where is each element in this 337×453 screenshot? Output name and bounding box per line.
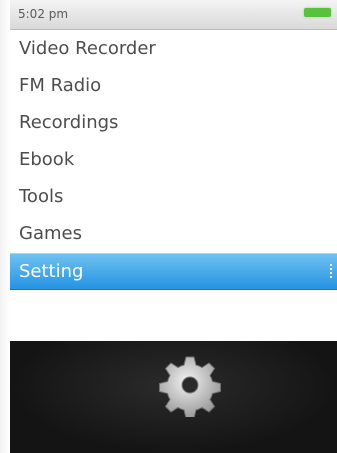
menu-item-recordings[interactable]: Recordings xyxy=(10,104,337,141)
menu-item-ebook[interactable]: Ebook xyxy=(10,141,337,178)
menu-item-games[interactable]: Games xyxy=(10,215,337,252)
menu-item-setting-label: Setting xyxy=(19,261,84,282)
gear-icon xyxy=(159,356,221,417)
menu-item-fm-radio[interactable]: FM Radio xyxy=(10,67,337,104)
status-time: 5:02 pm xyxy=(18,7,69,21)
screen-bezel xyxy=(0,0,10,453)
status-bar: 5:02 pm xyxy=(10,0,337,30)
menu-item-tools[interactable]: Tools xyxy=(10,178,337,215)
scroll-indicator xyxy=(330,264,335,278)
main-menu: Video Recorder FM Radio Recordings Ebook… xyxy=(10,30,337,290)
battery-icon xyxy=(304,8,331,17)
menu-preview-panel xyxy=(10,341,337,453)
menu-item-video-recorder[interactable]: Video Recorder xyxy=(10,30,337,67)
device-screen: 5:02 pm Video Recorder FM Radio Recordin… xyxy=(0,0,337,453)
menu-item-setting[interactable]: Setting xyxy=(10,253,337,290)
